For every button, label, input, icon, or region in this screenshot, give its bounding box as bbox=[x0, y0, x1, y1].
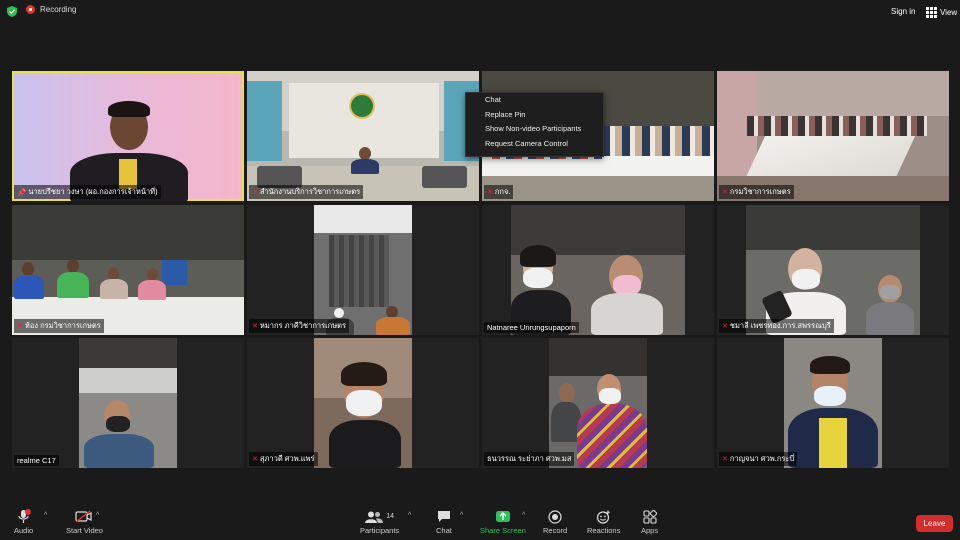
participants-icon bbox=[365, 511, 384, 523]
video-tile[interactable]: 📌 นายปรีชยา วงษา (ผอ.กองการเจ้าหน้าที่) bbox=[12, 71, 244, 201]
reactions-button[interactable]: Reactions bbox=[587, 509, 620, 535]
record-button[interactable]: Record bbox=[543, 509, 567, 535]
record-icon bbox=[548, 509, 562, 524]
face-mask bbox=[792, 269, 820, 289]
face-mask bbox=[880, 285, 900, 299]
participant-name: realme C17 bbox=[14, 455, 59, 466]
participant-name: ✕ สุภาวดี ศวพ.แพร่ bbox=[249, 452, 318, 466]
video-tile[interactable]: ธนวรรณ ระย่าภา ศวพ.มส bbox=[482, 338, 714, 468]
department-logo bbox=[349, 93, 375, 119]
face-mask bbox=[599, 388, 621, 404]
view-label: View bbox=[940, 8, 958, 17]
reactions-label: Reactions bbox=[587, 526, 621, 535]
participant-name: ✕ สำนักงานบริการวิชาการเกษตร bbox=[249, 185, 364, 199]
share-screen-icon bbox=[495, 511, 510, 522]
participant-name: ✕ กรมวิชาการเกษตร bbox=[719, 185, 794, 199]
apps-label: Apps bbox=[641, 526, 659, 535]
menu-item-replace-pin[interactable]: Replace Pin bbox=[466, 108, 603, 123]
record-label: Record bbox=[543, 526, 568, 535]
menu-item-chat[interactable]: Chat bbox=[466, 93, 603, 108]
video-tile[interactable]: Natnaree Unrungsupaporn bbox=[482, 205, 714, 335]
mic-off-icon: ✕ bbox=[17, 323, 23, 330]
leave-button[interactable]: Leave bbox=[916, 515, 953, 532]
mic-off-icon: ✕ bbox=[252, 456, 258, 463]
pin-icon: 📌 bbox=[17, 187, 27, 197]
mic-off-icon: ✕ bbox=[252, 323, 258, 330]
participant-name: ธนวรรณ ระย่าภา ศวพ.มส bbox=[484, 452, 575, 466]
video-tile[interactable]: ✕ กรมวิชาการเกษตร bbox=[717, 71, 949, 201]
video-tile[interactable]: ✕ หมากร ภาคีวิชาการเกษตร bbox=[247, 205, 479, 335]
share-screen-button[interactable]: Share Screen bbox=[480, 509, 526, 535]
participant-name: ✕ หมากร ภาคีวิชาการเกษตร bbox=[249, 319, 350, 333]
participant-name: 📌 นายปรีชยา วงษา (ผอ.กองการเจ้าหน้าที่) bbox=[14, 185, 161, 199]
view-button[interactable]: View bbox=[926, 7, 957, 18]
participant-name: ✕ ชมาลี เพชรทอง.การ.สพรรณบุรี bbox=[719, 319, 834, 333]
grid-view-icon bbox=[926, 7, 937, 18]
participants-count: 14 bbox=[386, 513, 394, 520]
video-tile[interactable]: ✕ สำนักงานบริการวิชาการเกษตร bbox=[247, 71, 479, 201]
recording-label: Recording bbox=[40, 5, 77, 14]
video-tile[interactable]: ✕ ชมาลี เพชรทอง.การ.สพรรณบุรี bbox=[717, 205, 949, 335]
video-tile[interactable]: realme C17 bbox=[12, 338, 244, 468]
participant-name: Natnaree Unrungsupaporn bbox=[484, 322, 579, 333]
tile-context-menu: Chat Replace Pin Show Non-video Particip… bbox=[465, 92, 604, 157]
mic-off-icon: ✕ bbox=[722, 323, 728, 330]
audio-label: Audio bbox=[14, 526, 34, 535]
microphone-icon bbox=[17, 509, 31, 523]
audio-options-caret[interactable]: ^ bbox=[44, 512, 47, 519]
chat-label: Chat bbox=[436, 526, 452, 535]
participant-name: ✕ กาญจนา ศวพ.กระบี่ bbox=[719, 452, 798, 466]
face-mask bbox=[106, 416, 130, 432]
face-mask bbox=[523, 268, 553, 288]
apps-icon bbox=[642, 509, 657, 524]
share-screen-label: Share Screen bbox=[480, 526, 526, 535]
chat-icon bbox=[437, 511, 450, 522]
shield-check-icon bbox=[7, 6, 17, 17]
audio-button[interactable]: Audio bbox=[14, 509, 33, 535]
menu-item-request-camera[interactable]: Request Camera Control bbox=[466, 137, 603, 152]
recording-icon bbox=[26, 5, 35, 14]
video-options-caret[interactable]: ^ bbox=[96, 512, 99, 519]
face-mask bbox=[613, 275, 641, 295]
start-video-label: Start Video bbox=[66, 526, 103, 535]
recording-indicator[interactable]: Recording bbox=[26, 5, 76, 14]
sign-in-button[interactable]: Sign in bbox=[891, 7, 915, 16]
apps-button[interactable]: Apps bbox=[641, 509, 658, 535]
participant-name: ✕ ห้อง กรมวิชาการเกษตร bbox=[14, 319, 104, 333]
mic-off-icon: ✕ bbox=[252, 189, 258, 196]
video-tile[interactable]: ✕ สุภาวดี ศวพ.แพร่ bbox=[247, 338, 479, 468]
video-tile[interactable]: ✕ กาญจนา ศวพ.กระบี่ bbox=[717, 338, 949, 468]
mic-off-icon: ✕ bbox=[487, 189, 493, 196]
participant-name: ✕ กกจ. bbox=[484, 185, 514, 199]
chat-button[interactable]: Chat bbox=[436, 509, 452, 535]
top-bar: Recording Sign in View bbox=[0, 0, 960, 24]
menu-item-show-non-video[interactable]: Show Non-video Participants bbox=[466, 122, 603, 137]
participants-button[interactable]: 14 Participants bbox=[360, 509, 399, 535]
participants-options-caret[interactable]: ^ bbox=[408, 512, 411, 519]
mic-off-icon: ✕ bbox=[722, 189, 728, 196]
face-mask bbox=[814, 386, 846, 406]
reactions-icon bbox=[597, 510, 610, 524]
video-tile[interactable]: ✕ ห้อง กรมวิชาการเกษตร bbox=[12, 205, 244, 335]
chat-options-caret[interactable]: ^ bbox=[460, 512, 463, 519]
meeting-toolbar: Audio ^ Start Video ^ 14 Participants ^ bbox=[0, 505, 960, 540]
share-options-caret[interactable]: ^ bbox=[522, 512, 525, 519]
mic-off-icon: ✕ bbox=[722, 456, 728, 463]
face-mask bbox=[346, 390, 382, 416]
participants-label: Participants bbox=[360, 526, 400, 535]
video-off-icon bbox=[75, 510, 93, 523]
